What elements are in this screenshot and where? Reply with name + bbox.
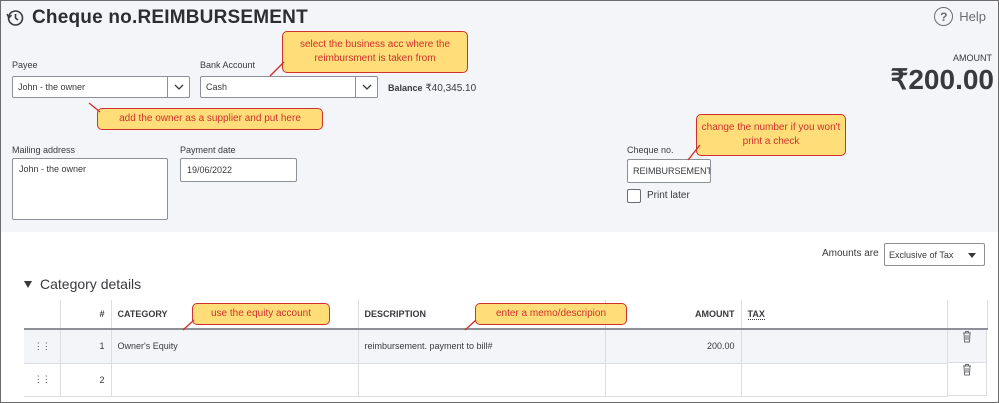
- collapse-triangle-icon: [24, 280, 32, 288]
- chevron-down-icon[interactable]: [167, 77, 189, 97]
- tax-cell[interactable]: [741, 363, 948, 397]
- table-row[interactable]: ⋮⋮ 2: [24, 363, 987, 397]
- balance-value: ₹40,345.10: [425, 83, 477, 94]
- payee-select[interactable]: John - the owner: [12, 76, 190, 98]
- payee-label: Payee: [12, 60, 38, 70]
- print-later-label: Print later: [647, 190, 690, 201]
- callout-cheque-no: change the number if you won't print a c…: [696, 114, 846, 156]
- payment-date-label: Payment date: [180, 145, 236, 155]
- balance-label: Balance: [388, 83, 423, 93]
- caret-down-icon: [968, 253, 976, 258]
- callout-pointer-bank: [269, 61, 285, 77]
- amount-label: AMOUNT: [953, 53, 992, 63]
- delete-row-button[interactable]: [947, 330, 987, 363]
- help-icon: ?: [934, 7, 954, 26]
- payment-date-field[interactable]: 19/06/2022: [180, 158, 297, 182]
- trash-icon[interactable]: [962, 330, 972, 362]
- chevron-down-icon[interactable]: [355, 77, 377, 97]
- callout-payee: add the owner as a supplier and put here: [97, 108, 323, 130]
- amount-cell[interactable]: 200.00: [605, 329, 742, 364]
- mailing-address-label: Mailing address: [12, 145, 76, 155]
- category-details-toggle[interactable]: Category details: [24, 276, 141, 292]
- page-title: Cheque no.REIMBURSEMENT: [32, 7, 308, 28]
- help-label: Help: [959, 9, 986, 24]
- callout-pointer-description: [464, 319, 477, 331]
- column-header-drag: [24, 300, 61, 330]
- row-number: 2: [60, 363, 112, 397]
- amounts-are-value: Exclusive of Tax: [889, 250, 954, 260]
- row-number: 1: [60, 329, 112, 364]
- drag-handle-icon[interactable]: ⋮⋮: [24, 329, 61, 364]
- callout-category: use the equity account: [192, 303, 330, 325]
- callout-bank-account: select the business acc where the reimbu…: [282, 31, 468, 73]
- drag-handle-icon[interactable]: ⋮⋮: [24, 363, 61, 397]
- category-cell[interactable]: Owner's Equity: [111, 329, 359, 364]
- callout-description: enter a memo/descripion: [475, 303, 627, 325]
- table-row[interactable]: ⋮⋮ 1 Owner's Equity reimbursement. payme…: [24, 329, 987, 364]
- amount-cell[interactable]: [605, 363, 742, 397]
- mailing-address-field[interactable]: John - the owner: [12, 158, 168, 220]
- bank-account-value: Cash: [206, 82, 228, 92]
- cheque-no-label: Cheque no.: [627, 145, 674, 155]
- column-header-number: #: [60, 300, 112, 330]
- description-cell[interactable]: [358, 363, 606, 397]
- column-header-tax: TAX: [741, 300, 948, 330]
- help-button[interactable]: ? Help: [934, 7, 986, 26]
- category-details-title: Category details: [40, 276, 142, 292]
- callout-pointer-category: [182, 319, 195, 331]
- callout-pointer-payee: [88, 102, 101, 113]
- tax-header-label: TAX: [747, 309, 765, 320]
- callout-pointer-cheque: [687, 144, 701, 161]
- trash-icon[interactable]: [962, 363, 972, 395]
- bank-account-label: Bank Account: [200, 60, 256, 70]
- description-cell[interactable]: reimbursement. payment to bill#: [358, 329, 606, 364]
- history-icon[interactable]: [5, 8, 25, 28]
- balance-display: Balance ₹40,345.10: [388, 83, 476, 94]
- amount-total: ₹200.00: [890, 64, 994, 95]
- category-cell[interactable]: [111, 363, 359, 397]
- print-later-checkbox[interactable]: [627, 189, 641, 203]
- delete-row-button[interactable]: [947, 363, 987, 396]
- tax-cell[interactable]: [741, 329, 948, 364]
- payee-value: John - the owner: [18, 82, 86, 92]
- amounts-are-select[interactable]: Exclusive of Tax: [884, 243, 985, 266]
- amounts-are-label: Amounts are: [822, 248, 879, 259]
- column-header-actions: [947, 300, 988, 330]
